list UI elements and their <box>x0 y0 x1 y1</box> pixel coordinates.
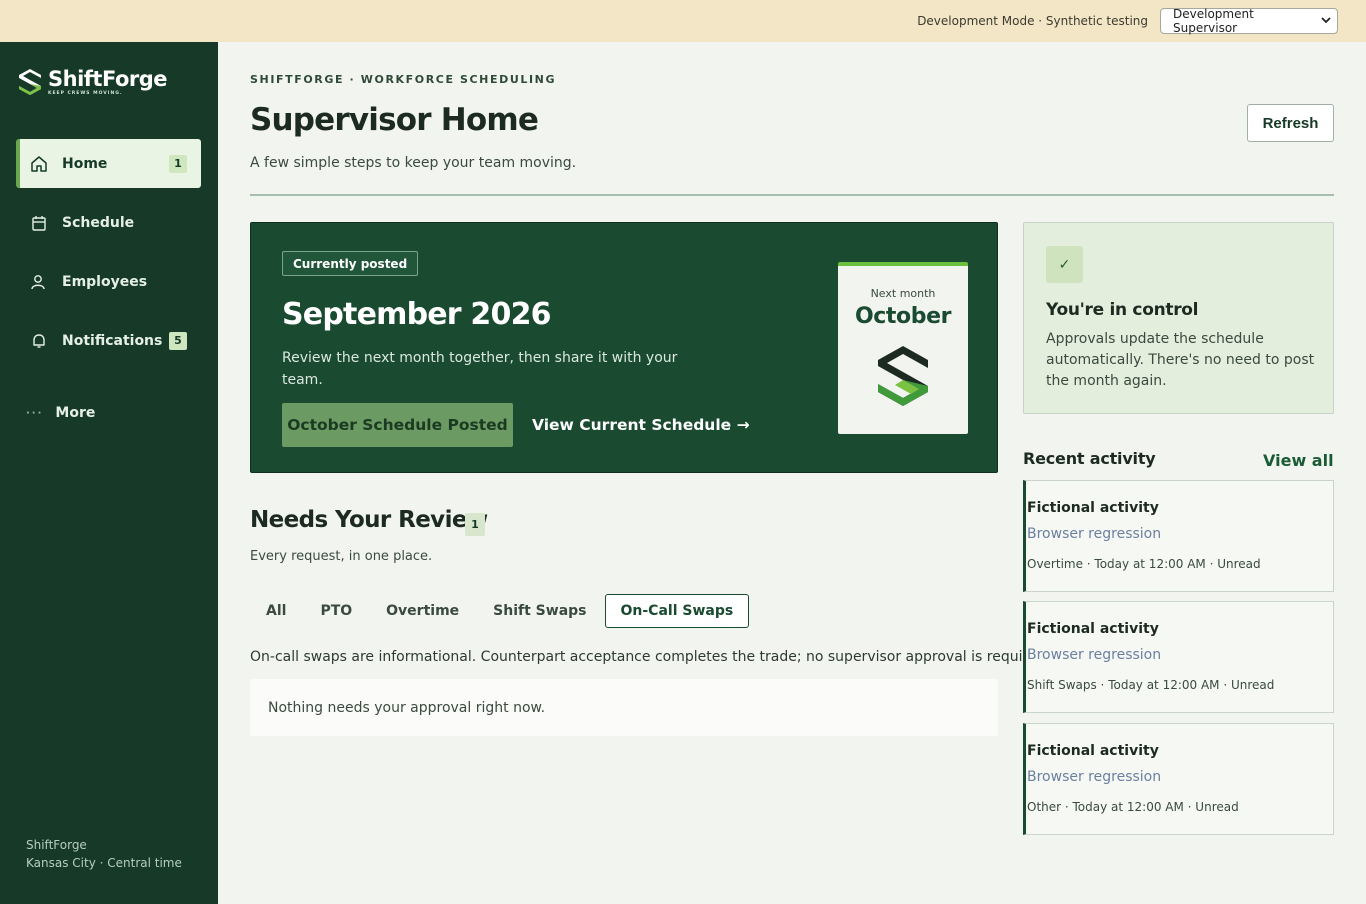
bell-icon <box>30 332 48 350</box>
sidebar-item-label: Notifications <box>62 332 163 349</box>
sidebar-item-home[interactable]: Home 1 <box>16 139 201 188</box>
activity-title: Fictional activity <box>1027 743 1159 759</box>
control-title: You're in control <box>1046 300 1199 320</box>
activity-meta: Overtime · Today at 12:00 AM · Unread <box>1027 557 1261 571</box>
activity-item[interactable]: Fictional activity Browser regression Ov… <box>1023 480 1334 592</box>
tab-note: On-call swaps are informational. Counter… <box>250 649 1050 665</box>
home-icon <box>30 155 48 173</box>
activity-meta: Shift Swaps · Today at 12:00 AM · Unread <box>1027 678 1275 692</box>
view-current-schedule-link[interactable]: View Current Schedule → <box>532 403 750 447</box>
tab-shift-swaps[interactable]: Shift Swaps <box>477 594 602 628</box>
review-section-title: Needs Your Review <box>250 507 488 533</box>
tab-all[interactable]: All <box>250 594 302 628</box>
check-icon: ✓ <box>1046 246 1083 283</box>
role-select-value: Development Supervisor <box>1173 7 1254 35</box>
review-subtitle: Every request, in one place. <box>250 549 433 564</box>
sidebar-item-notifications[interactable]: Notifications 5 <box>16 316 201 365</box>
sidebar-item-label: More <box>55 405 96 421</box>
brand[interactable]: ShiftForge KEEP CREWS MOVING. <box>18 67 168 96</box>
activity-subtitle: Browser regression <box>1027 769 1162 785</box>
footer-location: Kansas City · Central time <box>26 856 182 870</box>
sidebar-item-employees[interactable]: Employees <box>16 257 201 306</box>
next-month-name: October <box>854 304 952 329</box>
dev-mode-bar: Development Mode · Synthetic testing Dev… <box>0 0 1366 42</box>
activity-title: Fictional activity <box>1027 500 1159 516</box>
review-tabs: All PTO Overtime Shift Swaps On-Call Swa… <box>250 594 751 628</box>
notifications-count-badge: 5 <box>169 331 187 350</box>
shiftforge-logo-icon <box>19 69 41 95</box>
next-month-label: Next month <box>870 287 936 300</box>
schedule-posted-button[interactable]: October Schedule Posted <box>282 403 513 447</box>
sidebar-item-label: Employees <box>62 273 148 290</box>
sidebar: ShiftForge KEEP CREWS MOVING. Home 1 Sch… <box>0 42 218 904</box>
sidebar-item-more[interactable]: ··· More <box>26 405 95 421</box>
activity-subtitle: Browser regression <box>1027 526 1162 542</box>
header-divider <box>250 194 1334 196</box>
sidebar-item-label: Home <box>62 155 108 172</box>
home-count-badge: 1 <box>169 154 187 173</box>
chevron-down-icon <box>1321 15 1331 28</box>
in-control-card: ✓ You're in control Approvals update the… <box>1023 222 1334 414</box>
sidebar-item-label: Schedule <box>62 214 135 231</box>
shiftforge-logo-icon <box>878 346 928 406</box>
tab-overtime[interactable]: Overtime <box>370 594 475 628</box>
currently-posted-pill: Currently posted <box>282 251 419 276</box>
page-title: Supervisor Home <box>250 102 539 138</box>
sidebar-item-schedule[interactable]: Schedule <box>16 198 201 247</box>
page-eyebrow: SHIFTFORGE · WORKFORCE SCHEDULING <box>250 73 557 86</box>
dev-mode-text: Development Mode · Synthetic testing <box>917 14 1148 28</box>
next-month-card[interactable]: Next month October <box>838 262 968 434</box>
posted-month-title: September 2026 <box>282 297 552 332</box>
recent-activity-title: Recent activity <box>1023 449 1156 468</box>
posted-schedule-hero: Currently posted September 2026 Review t… <box>250 222 998 473</box>
activity-title: Fictional activity <box>1027 621 1159 637</box>
hero-description: Review the next month together, then sha… <box>282 350 678 388</box>
footer-org: ShiftForge <box>26 838 87 852</box>
brand-name: ShiftForge <box>48 67 168 91</box>
control-description: Approvals update the schedule automatica… <box>1046 331 1315 389</box>
refresh-button[interactable]: Refresh <box>1247 104 1334 142</box>
page-subtitle: A few simple steps to keep your team mov… <box>250 155 577 171</box>
empty-state: Nothing needs your approval right now. <box>250 679 998 736</box>
view-all-activity-link[interactable]: View all <box>1263 451 1334 470</box>
activity-item[interactable]: Fictional activity Browser regression Sh… <box>1023 601 1334 713</box>
role-select[interactable]: Development Supervisor <box>1160 7 1338 35</box>
brand-tagline: KEEP CREWS MOVING. <box>48 91 123 96</box>
activity-meta: Other · Today at 12:00 AM · Unread <box>1027 800 1239 814</box>
review-count-badge: 1 <box>465 513 485 536</box>
tab-pto[interactable]: PTO <box>304 594 368 628</box>
sidebar-footer: ShiftForge Kansas City · Central time <box>26 836 182 872</box>
ellipsis-icon: ··· <box>26 407 44 419</box>
activity-item[interactable]: Fictional activity Browser regression Ot… <box>1023 723 1334 835</box>
activity-subtitle: Browser regression <box>1027 647 1162 663</box>
calendar-icon <box>30 214 48 232</box>
tab-on-call-swaps[interactable]: On-Call Swaps <box>604 594 750 628</box>
user-icon <box>30 273 48 291</box>
